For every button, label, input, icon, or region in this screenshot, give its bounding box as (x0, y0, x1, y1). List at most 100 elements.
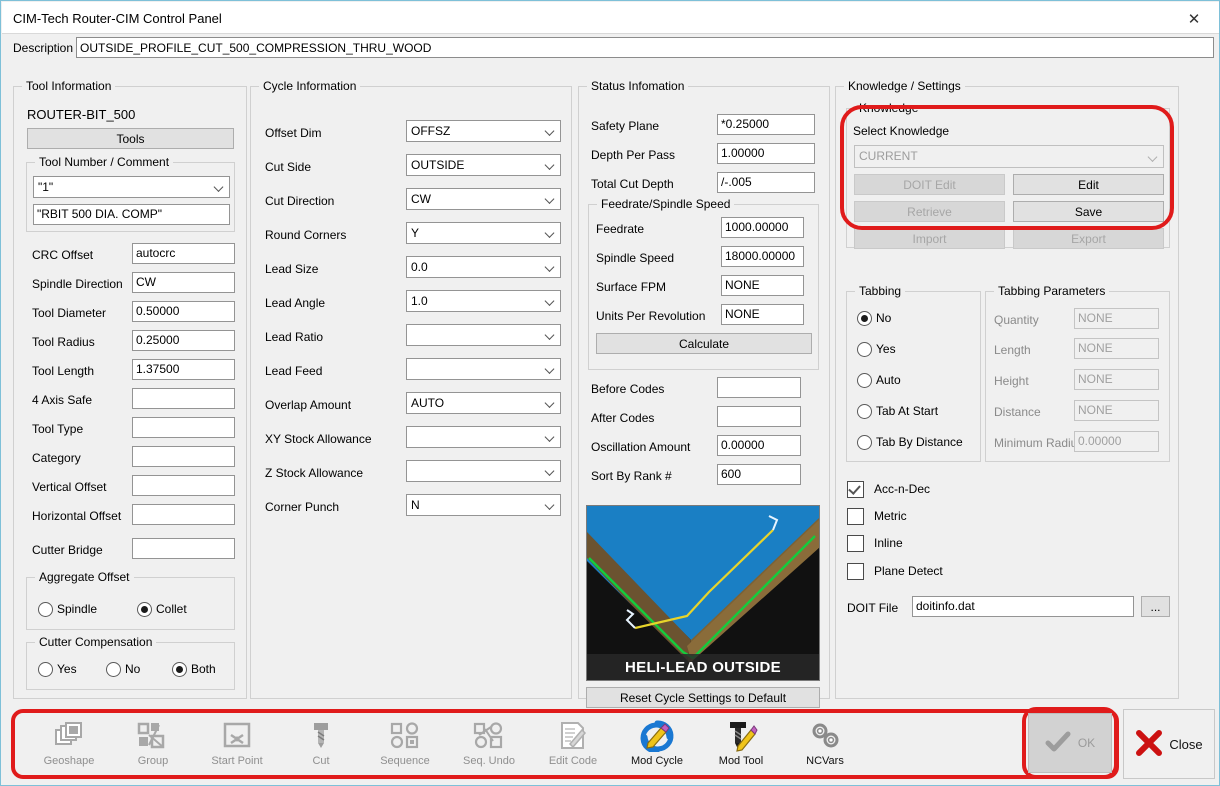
cycle-information-title: Cycle Information (259, 79, 361, 93)
radio-tabbing-no[interactable]: No (857, 311, 891, 326)
cycle-label-lead-feed: Lead Feed (265, 364, 323, 378)
checkbox-acc-n-dec[interactable]: Acc-n-Dec (847, 481, 930, 498)
cycle-combo-lead-size[interactable]: 0.0 (406, 256, 561, 278)
toolbar-item-cut[interactable]: Cut (279, 719, 363, 775)
field-input-horizontal-offset[interactable] (132, 504, 235, 525)
toolbar-item-seq-undo[interactable]: Seq. Undo (447, 719, 531, 775)
radio-tabbing-auto[interactable]: Auto (857, 373, 901, 388)
status-input-sort-by-rank[interactable]: 600 (717, 464, 801, 485)
field-input-spindle-direction[interactable]: CW (132, 272, 235, 293)
cycle-combo-round-corners[interactable]: Y (406, 222, 561, 244)
close-icon[interactable]: ✕ (1174, 6, 1214, 31)
calculate-button[interactable]: Calculate (596, 333, 812, 354)
field-input-4-axis-safe[interactable] (132, 388, 235, 409)
toolbar-item-ncvars[interactable]: NCVars (783, 719, 867, 775)
toolbar-item-group[interactable]: Group (111, 719, 195, 775)
chevron-down-icon (546, 365, 555, 374)
status-input-safety-plane[interactable]: *0.25000 (717, 114, 815, 135)
cycle-combo-cut-side[interactable]: OUTSIDE (406, 154, 561, 176)
tools-button[interactable]: Tools (27, 128, 234, 149)
field-input-tool-diameter[interactable]: 0.50000 (132, 301, 235, 322)
cycle-combo-lead-angle[interactable]: 1.0 (406, 290, 561, 312)
window-title: CIM-Tech Router-CIM Control Panel (13, 11, 222, 26)
edit-button[interactable]: Edit (1013, 174, 1164, 195)
radio-tab-at-start[interactable]: Tab At Start (857, 404, 938, 419)
reset-cycle-settings-button[interactable]: Reset Cycle Settings to Default (586, 687, 820, 708)
radio-aggregate-spindle[interactable]: Spindle (38, 602, 97, 617)
radio-aggregate-collet[interactable]: Collet (137, 602, 187, 617)
checkbox-label-inline: Inline (874, 536, 903, 550)
feedrate-input-surface-fpm[interactable]: NONE (721, 275, 804, 296)
save-button[interactable]: Save (1013, 201, 1164, 222)
checkbox-plane-detect[interactable]: Plane Detect (847, 563, 943, 580)
ok-button[interactable]: OK (1028, 713, 1112, 773)
radio-label-tabbing-auto: Auto (876, 373, 901, 387)
doit-file-input[interactable]: doitinfo.dat (912, 596, 1134, 617)
radio-label-no: No (125, 662, 141, 676)
status-input-oscillation-amount[interactable]: 0.00000 (717, 435, 801, 456)
toolbar-item-start-point[interactable]: Start Point (195, 719, 279, 775)
doit-file-browse-button[interactable]: ... (1141, 596, 1170, 617)
chevron-down-icon (215, 183, 224, 192)
status-input-depth-per-pass[interactable]: 1.00000 (717, 143, 815, 164)
doit-edit-button[interactable]: DOIT Edit (854, 174, 1005, 195)
cycle-value-overlap-amount: AUTO (411, 396, 445, 410)
tabbing-label-minimum-radius: Minimum Radius (994, 436, 1084, 450)
tabbing-input-minimum-radius[interactable]: 0.00000 (1074, 431, 1159, 452)
description-input[interactable] (76, 37, 1214, 58)
field-input-category[interactable] (132, 446, 235, 467)
field-input-tool-length[interactable]: 1.37500 (132, 359, 235, 380)
status-input-after-codes[interactable] (717, 406, 801, 427)
checkbox-metric[interactable]: Metric (847, 508, 907, 525)
cycle-combo-lead-ratio[interactable] (406, 324, 561, 346)
import-button[interactable]: Import (854, 228, 1005, 249)
cycle-combo-corner-punch[interactable]: N (406, 494, 561, 516)
knowledge-group: Knowledge Select Knowledge CURRENT DOIT … (846, 101, 1170, 249)
checkbox-inline[interactable]: Inline (847, 535, 903, 552)
description-row: Description (2, 35, 1219, 63)
toolbar-item-geoshape[interactable]: Geoshape (27, 719, 111, 775)
start-point-icon (219, 719, 255, 753)
retrieve-button[interactable]: Retrieve (854, 201, 1005, 222)
cycle-combo-z-stock-allowance[interactable] (406, 460, 561, 482)
field-input-tool-radius[interactable]: 0.25000 (132, 330, 235, 351)
feedrate-input-feedrate[interactable]: 1000.00000 (721, 217, 804, 238)
radio-tab-by-distance[interactable]: Tab By Distance (857, 435, 963, 450)
tool-number-combo[interactable]: "1" (33, 176, 230, 198)
feedrate-input-spindle-speed[interactable]: 18000.00000 (721, 246, 804, 267)
toolbar-item-sequence[interactable]: Sequence (363, 719, 447, 775)
status-input-before-codes[interactable] (717, 377, 801, 398)
select-knowledge-combo[interactable]: CURRENT (854, 145, 1164, 168)
close-button[interactable]: Close (1123, 709, 1215, 779)
cycle-combo-lead-feed[interactable] (406, 358, 561, 380)
tabbing-input-length[interactable]: NONE (1074, 338, 1159, 359)
field-input-crc-offset[interactable]: autocrc (132, 243, 235, 264)
export-button[interactable]: Export (1013, 228, 1164, 249)
status-input-total-cut-depth[interactable]: /-.005 (717, 172, 815, 193)
cycle-combo-xy-stock-allowance[interactable] (406, 426, 561, 448)
status-label-before-codes: Before Codes (591, 382, 665, 396)
control-panel-window: CIM-Tech Router-CIM Control Panel ✕ Desc… (0, 0, 1220, 786)
field-input-cutter-bridge[interactable] (132, 538, 235, 559)
cycle-combo-overlap-amount[interactable]: AUTO (406, 392, 561, 414)
tool-comment-input[interactable]: "RBIT 500 DIA. COMP" (33, 204, 230, 225)
toolbar-item-mod-tool[interactable]: Mod Tool (699, 719, 783, 775)
tabbing-input-height[interactable]: NONE (1074, 369, 1159, 390)
cycle-combo-offset-dim[interactable]: OFFSZ (406, 120, 561, 142)
radio-tabbing-yes[interactable]: Yes (857, 342, 896, 357)
feedrate-input-units-per-revolution[interactable]: NONE (721, 304, 804, 325)
tabbing-input-distance[interactable]: NONE (1074, 400, 1159, 421)
tabbing-input-quantity[interactable]: NONE (1074, 308, 1159, 329)
toolbar-item-mod-cycle[interactable]: Mod Cycle (615, 719, 699, 775)
cycle-label-cut-direction: Cut Direction (265, 194, 335, 208)
field-input-tool-type[interactable] (132, 417, 235, 438)
checkmark-icon (1045, 731, 1071, 756)
radio-cutter-comp-both[interactable]: Both (172, 662, 216, 677)
field-input-vertical-offset[interactable] (132, 475, 235, 496)
radio-cutter-comp-yes[interactable]: Yes (38, 662, 77, 677)
toolbar-item-edit-code[interactable]: Edit Code (531, 719, 615, 775)
sequence-icon (387, 719, 423, 753)
cycle-combo-cut-direction[interactable]: CW (406, 188, 561, 210)
radio-cutter-comp-no[interactable]: No (106, 662, 141, 677)
tabbing-parameters-group: Tabbing Parameters Quantity NONE Length … (985, 284, 1170, 462)
